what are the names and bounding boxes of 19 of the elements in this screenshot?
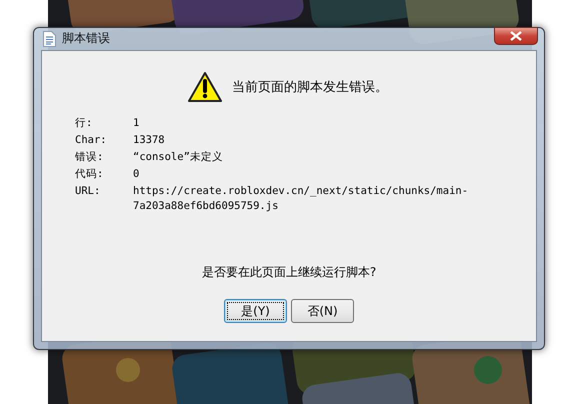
field-label: 错误: bbox=[75, 150, 104, 165]
field-value: 0 bbox=[133, 167, 140, 182]
error-message: 当前页面的脚本发生错误。 bbox=[232, 79, 388, 96]
field-label: Char: bbox=[75, 133, 108, 148]
field-value: 13378 bbox=[133, 133, 166, 148]
warning-icon bbox=[188, 71, 222, 103]
document-icon bbox=[43, 30, 56, 46]
field-value: https://create.robloxdev.cn/_next/static/chunks/main-7a203a88ef6bd6095759.js bbox=[133, 184, 470, 214]
window-title: 脚本错误 bbox=[62, 30, 110, 47]
dialog-button[interactable]: 是(Y) bbox=[224, 299, 287, 323]
dialog-button[interactable]: 否(N) bbox=[291, 299, 354, 323]
close-button[interactable] bbox=[494, 27, 538, 45]
field-value: 1 bbox=[133, 116, 140, 131]
field-value: “console”未定义 bbox=[133, 150, 224, 165]
question-text: 是否要在此页面上继续运行脚本? bbox=[200, 264, 378, 281]
field-label: 代码: bbox=[75, 167, 104, 182]
field-label: 行: bbox=[75, 116, 94, 131]
close-icon bbox=[510, 31, 522, 41]
field-label: URL: bbox=[75, 184, 102, 199]
